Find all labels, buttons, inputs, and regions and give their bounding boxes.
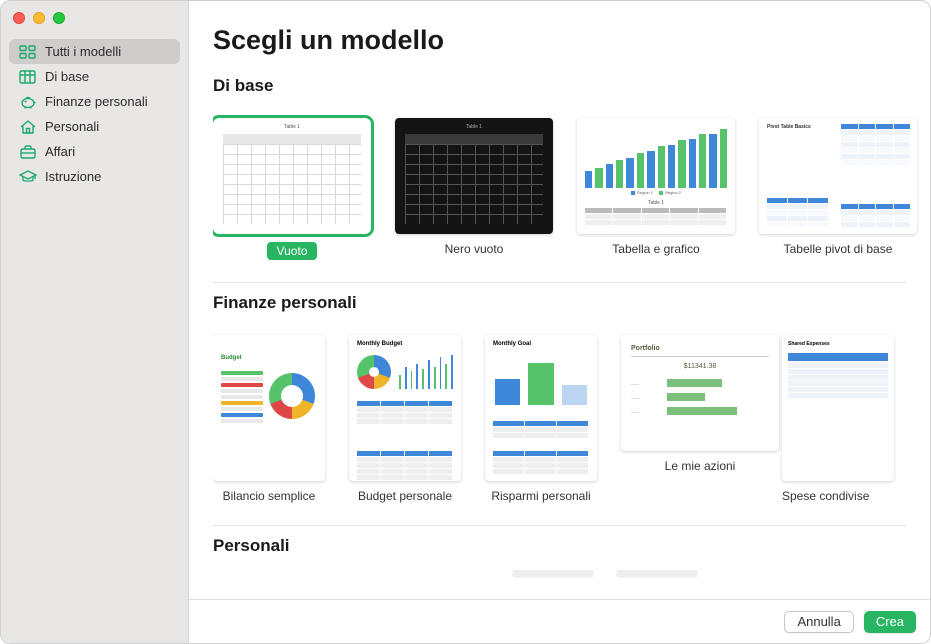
thumb-caption: Pivot Table Basics (767, 124, 811, 130)
template-thumbnail: Monthly Goal (485, 335, 597, 481)
sidebar-item-label: Finanze personali (45, 94, 148, 109)
template-label: Risparmi personali (491, 489, 590, 503)
template-thumbnail: Region 1Region 2 Table 1 (577, 118, 735, 234)
thumb-caption: Monthly Budget (357, 341, 402, 347)
thumb-caption: Portfolio (631, 345, 769, 352)
footer-toolbar: Annulla Crea (189, 599, 930, 643)
template-shared-expenses[interactable]: Shared Expenses Spese condivise (803, 335, 873, 503)
template-label: Tabella e grafico (612, 242, 699, 256)
sidebar-item-label: Personali (45, 119, 99, 134)
table-icon (19, 70, 37, 84)
main-panel: Scegli un modello Di base Table 1 Vuoto … (189, 1, 930, 643)
section-divider (213, 282, 906, 283)
house-icon (19, 120, 37, 134)
sidebar-item-personal-finance[interactable]: Finanze personali (9, 89, 180, 114)
section-divider (213, 525, 906, 526)
template-label: Budget personale (358, 489, 452, 503)
gradcap-icon (19, 170, 37, 184)
template-thumbnail: Shared Expenses (782, 335, 894, 481)
zoom-window-button[interactable] (53, 12, 65, 24)
template-chooser-window: Tutti i modelli Di base Finanze personal… (0, 0, 931, 644)
template-gallery[interactable]: Scegli un modello Di base Table 1 Vuoto … (189, 1, 930, 599)
window-body: Tutti i modelli Di base Finanze personal… (1, 1, 930, 643)
category-list: Tutti i modelli Di base Finanze personal… (1, 35, 188, 193)
template-chart-table[interactable]: Region 1Region 2 Table 1 Tabella e grafi… (577, 118, 735, 260)
template-thumbnail: Budget (213, 335, 325, 481)
template-pivot-basic[interactable]: Pivot Table Basics (759, 118, 917, 260)
template-blank[interactable]: Table 1 Vuoto (213, 118, 371, 260)
template-label: Le mie azioni (665, 459, 736, 473)
minimize-window-button[interactable] (33, 12, 45, 24)
piggybank-icon (19, 95, 37, 109)
sidebar-item-label: Affari (45, 144, 75, 159)
template-label: Bilancio semplice (223, 489, 316, 503)
template-blank-dark[interactable]: Table 1 Nero vuoto (395, 118, 553, 260)
sidebar: Tutti i modelli Di base Finanze personal… (1, 1, 189, 643)
sidebar-item-label: Tutti i modelli (45, 44, 121, 59)
template-row-personal (213, 556, 930, 584)
sidebar-item-education[interactable]: Istruzione (9, 164, 180, 189)
sidebar-item-label: Istruzione (45, 169, 101, 184)
page-title: Scegli un modello (213, 25, 930, 56)
window-controls (1, 1, 188, 35)
section-heading-personal: Personali (213, 536, 930, 556)
template-peek[interactable] (617, 570, 697, 576)
thumb-caption: Table 1 (577, 200, 735, 206)
thumb-caption: Table 1 (430, 124, 518, 132)
thumb-caption: Budget (221, 355, 242, 361)
template-label: Spese condivise (782, 489, 894, 503)
template-simple-budget[interactable]: Budget (213, 335, 325, 503)
template-thumbnail: Table 1 (213, 118, 371, 234)
briefcase-icon (19, 145, 37, 159)
template-label: Vuoto (267, 242, 318, 260)
grid-icon (19, 45, 37, 59)
sidebar-item-label: Di base (45, 69, 89, 84)
create-button[interactable]: Crea (864, 611, 916, 633)
section-heading-personal-finance: Finanze personali (213, 293, 930, 313)
sidebar-item-business[interactable]: Affari (9, 139, 180, 164)
sidebar-item-basic[interactable]: Di base (9, 64, 180, 89)
template-label: Nero vuoto (445, 242, 504, 256)
template-row-personal-finance: Budget (213, 313, 930, 517)
thumb-caption: Monthly Goal (493, 341, 531, 347)
section-heading-basic: Di base (213, 76, 930, 96)
sidebar-item-all-templates[interactable]: Tutti i modelli (9, 39, 180, 64)
thumb-caption: Table 1 (248, 124, 336, 132)
template-portfolio[interactable]: Portfolio $11341.38 —— —— —— Le mie azio… (621, 335, 779, 503)
cancel-button[interactable]: Annulla (784, 611, 853, 633)
template-monthly-budget[interactable]: Monthly Budget (349, 335, 461, 503)
template-thumbnail: Portfolio $11341.38 —— —— —— (621, 335, 779, 451)
template-thumbnail: Monthly Budget (349, 335, 461, 481)
template-label: Tabelle pivot di base (784, 242, 893, 256)
close-window-button[interactable] (13, 12, 25, 24)
template-row-basic: Table 1 Vuoto Table 1 Nero vuoto (213, 96, 930, 274)
template-thumbnail: Table 1 (395, 118, 553, 234)
template-personal-savings[interactable]: Monthly Goal (485, 335, 597, 503)
sidebar-item-personal[interactable]: Personali (9, 114, 180, 139)
template-thumbnail: Pivot Table Basics (759, 118, 917, 234)
template-peek[interactable] (513, 570, 593, 576)
thumb-amount: $11341.38 (631, 363, 769, 370)
